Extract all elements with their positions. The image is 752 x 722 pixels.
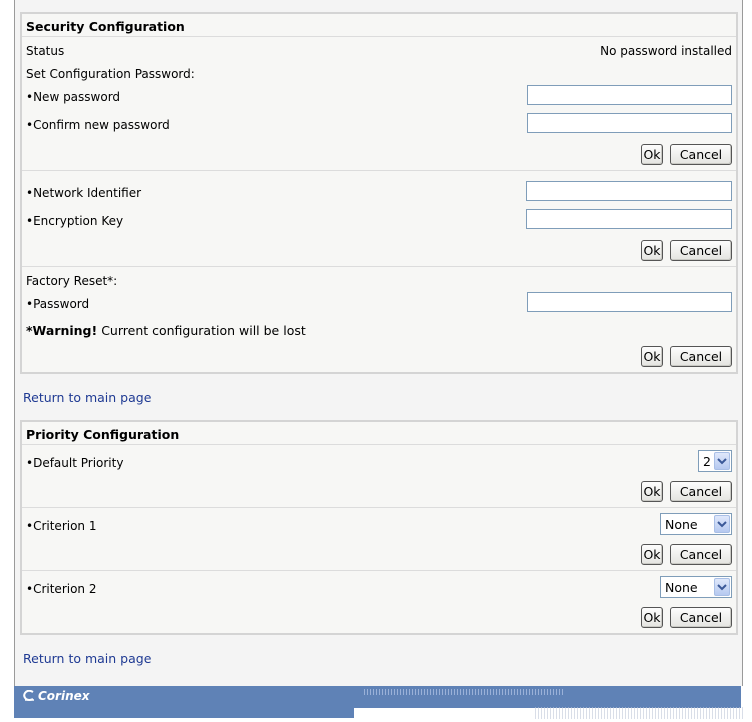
divider (22, 444, 736, 445)
brand-logo: Corinex (22, 689, 90, 705)
status-label: Status (26, 44, 65, 58)
cancel-button[interactable]: Cancel (670, 346, 732, 367)
criterion-2-select[interactable]: None (660, 576, 732, 598)
security-configuration-panel: Security Configuration Status No passwor… (20, 12, 738, 374)
warning-text: *Warning! Current configuration will be … (26, 323, 306, 338)
page-content: Security Configuration Status No passwor… (14, 0, 743, 686)
cancel-button[interactable]: Cancel (670, 481, 732, 502)
factory-reset-label: Factory Reset*: (26, 274, 118, 288)
new-password-field[interactable] (527, 85, 732, 105)
criterion-1-label: •Criterion 1 (26, 519, 97, 533)
factory-password-label: •Password (26, 297, 90, 311)
return-to-main-link[interactable]: Return to main page (23, 390, 151, 405)
chevron-down-icon (714, 452, 730, 470)
encryption-key-label: •Encryption Key (26, 214, 124, 228)
new-password-label: •New password (26, 90, 121, 104)
status-value: No password installed (600, 44, 732, 58)
ok-button[interactable]: Ok (641, 544, 663, 565)
criterion-1-value: None (665, 517, 698, 532)
default-priority-value: 2 (703, 454, 711, 469)
ok-button[interactable]: Ok (641, 346, 663, 367)
ok-button[interactable]: Ok (641, 240, 663, 261)
security-title: Security Configuration (26, 19, 185, 34)
cancel-button[interactable]: Cancel (670, 144, 732, 165)
network-identifier-label: •Network Identifier (26, 186, 142, 200)
warning-bold: *Warning! (26, 323, 98, 338)
cancel-button[interactable]: Cancel (670, 240, 732, 261)
cancel-button[interactable]: Cancel (670, 544, 732, 565)
ok-button[interactable]: Ok (641, 481, 663, 502)
chevron-down-icon (714, 515, 730, 533)
ok-button[interactable]: Ok (641, 607, 663, 628)
priority-title: Priority Configuration (26, 427, 180, 442)
criterion-2-value: None (665, 580, 698, 595)
ok-button[interactable]: Ok (641, 144, 663, 165)
network-identifier-field[interactable] (526, 181, 732, 201)
corinex-logo-icon (22, 689, 36, 705)
priority-configuration-panel: Priority Configuration •Default Priority… (20, 420, 738, 635)
footer-pattern (364, 689, 564, 695)
footer-texture (535, 707, 745, 719)
cancel-button[interactable]: Cancel (670, 607, 732, 628)
divider (22, 507, 736, 508)
default-priority-label: •Default Priority (26, 456, 124, 470)
divider (22, 36, 736, 37)
default-priority-select[interactable]: 2 (698, 450, 732, 472)
set-password-label: Set Configuration Password: (26, 67, 195, 81)
factory-password-field[interactable] (527, 292, 732, 312)
criterion-1-select[interactable]: None (660, 513, 732, 535)
divider (22, 170, 736, 171)
warning-message: Current configuration will be lost (97, 323, 306, 338)
return-to-main-link[interactable]: Return to main page (23, 651, 151, 666)
confirm-password-label: •Confirm new password (26, 118, 170, 132)
footer-bar: Corinex (14, 686, 741, 708)
encryption-key-field[interactable] (526, 209, 732, 229)
criterion-2-label: •Criterion 2 (26, 582, 97, 596)
brand-name: Corinex (38, 689, 90, 703)
divider (22, 570, 736, 571)
footer-tab (14, 708, 354, 718)
divider (22, 266, 736, 267)
chevron-down-icon (714, 578, 730, 596)
confirm-password-field[interactable] (527, 113, 732, 133)
